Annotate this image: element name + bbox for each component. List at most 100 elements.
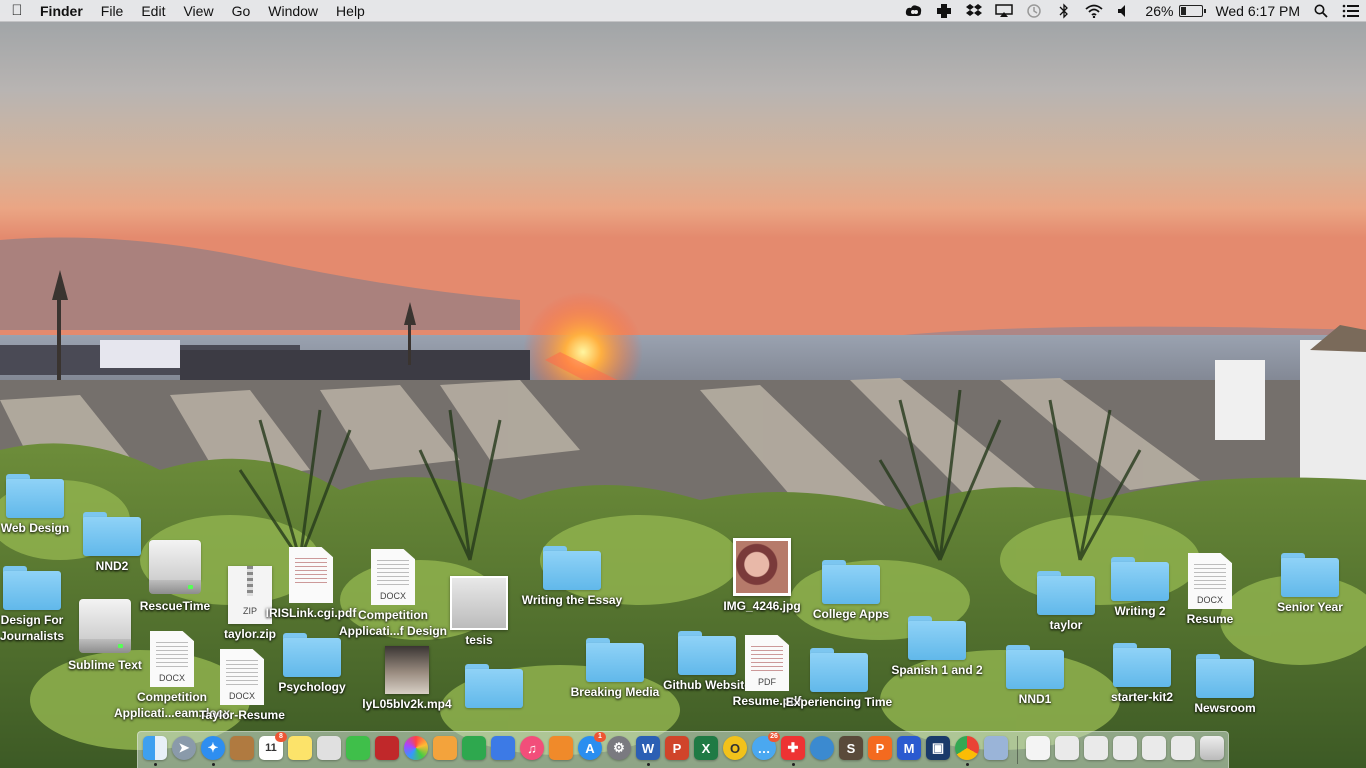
folder-icon bbox=[1281, 553, 1339, 597]
document-thumbnail-icon bbox=[450, 576, 508, 630]
numbers-icon[interactable] bbox=[462, 736, 486, 760]
folder-senior-year[interactable]: Senior Year bbox=[1254, 553, 1366, 615]
excel-icon[interactable]: X bbox=[694, 736, 718, 760]
menu-view[interactable]: View bbox=[174, 0, 222, 22]
app-store-icon[interactable]: A1 bbox=[578, 732, 606, 760]
minimized-window-2-icon[interactable] bbox=[1084, 736, 1108, 760]
file-resume-docx[interactable]: DOCX Resume bbox=[1154, 553, 1266, 627]
battery-icon[interactable] bbox=[1179, 5, 1207, 17]
folder-college-apps[interactable]: College Apps bbox=[795, 560, 907, 622]
news-app-icon[interactable]: ✚ bbox=[781, 736, 805, 760]
menu-help[interactable]: Help bbox=[327, 0, 374, 22]
safari-icon[interactable]: ✦ bbox=[201, 736, 225, 760]
reminders-icon[interactable] bbox=[317, 736, 341, 760]
spotlight-search-icon[interactable] bbox=[1306, 0, 1336, 22]
folder-icon bbox=[543, 546, 601, 590]
keynote-icon[interactable] bbox=[491, 736, 515, 760]
apple-menu-icon[interactable]:  bbox=[0, 0, 34, 22]
messages-badge: 26 bbox=[768, 732, 780, 742]
notification-center-icon[interactable] bbox=[1336, 0, 1366, 22]
launchpad-icon[interactable]: ➤ bbox=[172, 736, 196, 760]
battery-level-fill bbox=[1181, 7, 1187, 15]
folder-icon bbox=[1006, 645, 1064, 689]
image-thumbnail-icon bbox=[733, 538, 791, 596]
folder-icon bbox=[908, 616, 966, 660]
calendar-badge: 8 bbox=[275, 732, 287, 742]
bluetooth-icon[interactable] bbox=[1049, 0, 1079, 22]
dock: ➤ ✦ 11 8 ♫ A1 ⚙ W P X O … 26 ✚ S P M ▣ bbox=[137, 731, 1229, 768]
battery-percent: 26% bbox=[1145, 3, 1174, 19]
wifi-icon[interactable] bbox=[1079, 0, 1109, 22]
sublime-icon[interactable]: S bbox=[839, 736, 863, 760]
menubar-clock[interactable]: Wed 6:17 PM bbox=[1209, 0, 1306, 22]
plus-icon[interactable] bbox=[929, 0, 959, 22]
folder-nnd1[interactable]: NND1 bbox=[979, 645, 1091, 707]
contacts-icon[interactable] bbox=[230, 736, 254, 760]
folder-icon bbox=[465, 664, 523, 708]
powerpoint-icon[interactable]: P bbox=[665, 736, 689, 760]
folder-icon bbox=[586, 638, 644, 682]
folder-spanish-1-and-2[interactable]: Spanish 1 and 2 bbox=[881, 616, 993, 678]
messages-icon[interactable]: … 26 bbox=[752, 732, 780, 760]
m-app-icon[interactable]: M bbox=[897, 736, 921, 760]
ibooks-icon[interactable] bbox=[549, 736, 573, 760]
menu-file[interactable]: File bbox=[92, 0, 133, 22]
photos-icon[interactable] bbox=[404, 736, 428, 760]
folder-icon bbox=[1196, 654, 1254, 698]
folder-newsroom[interactable]: Newsroom bbox=[1169, 654, 1281, 716]
presentation-app-icon[interactable]: P bbox=[868, 736, 892, 760]
minimized-window-5-icon[interactable] bbox=[1171, 736, 1195, 760]
itunes-icon[interactable]: ♫ bbox=[520, 736, 544, 760]
preview-icon[interactable] bbox=[984, 736, 1008, 760]
system-preferences-icon[interactable]: ⚙ bbox=[607, 736, 631, 760]
volume-icon[interactable] bbox=[1109, 0, 1139, 22]
icon-label: Newsroom bbox=[1194, 701, 1256, 715]
app-store-badge: 1 bbox=[594, 732, 606, 742]
calendar-icon[interactable]: 11 8 bbox=[259, 732, 287, 760]
word-document-icon: DOCX bbox=[1188, 553, 1232, 609]
minimized-window-3-icon[interactable] bbox=[1113, 736, 1137, 760]
folder-unnamed[interactable] bbox=[438, 664, 550, 708]
menu-bar:  Finder File Edit View Go Window Help 2… bbox=[0, 0, 1366, 22]
status-area: 26% Wed 6:17 PM bbox=[899, 0, 1366, 22]
icon-label: Experiencing Time bbox=[785, 695, 893, 709]
folder-icon bbox=[822, 560, 880, 604]
icon-label: Spanish 1 and 2 bbox=[891, 663, 983, 677]
icon-label: Writing the Essay bbox=[521, 593, 623, 607]
menu-go[interactable]: Go bbox=[223, 0, 260, 22]
downloads-stack-icon[interactable] bbox=[1026, 736, 1050, 760]
minimized-window-1-icon[interactable] bbox=[1055, 736, 1079, 760]
file-type-tag: DOCX bbox=[1196, 595, 1223, 605]
airplay-icon[interactable] bbox=[989, 0, 1019, 22]
menu-app-finder[interactable]: Finder bbox=[34, 0, 92, 22]
time-machine-icon[interactable] bbox=[1019, 0, 1049, 22]
chrome-icon[interactable] bbox=[955, 736, 979, 760]
globe-icon[interactable] bbox=[810, 736, 834, 760]
folder-experiencing-time[interactable]: Experiencing Time bbox=[783, 648, 895, 710]
word-document-icon: DOCX bbox=[371, 549, 415, 605]
icon-label: taylor bbox=[1049, 618, 1083, 632]
outlook-icon[interactable]: O bbox=[723, 736, 747, 760]
icon-label: Taylor-Resume bbox=[199, 708, 285, 722]
folder-icon bbox=[283, 633, 341, 677]
finder-icon[interactable] bbox=[143, 736, 167, 760]
folder-writing-the-essay[interactable]: Writing the Essay bbox=[516, 546, 628, 608]
menu-edit[interactable]: Edit bbox=[132, 0, 174, 22]
notes-icon[interactable] bbox=[288, 736, 312, 760]
minimized-window-4-icon[interactable] bbox=[1142, 736, 1166, 760]
trash-icon[interactable] bbox=[1200, 736, 1224, 760]
pages-icon[interactable] bbox=[433, 736, 457, 760]
icon-label: tesis bbox=[465, 633, 493, 647]
calendar-day: 11 bbox=[265, 742, 277, 754]
word-icon[interactable]: W bbox=[636, 736, 660, 760]
screen-app-icon[interactable]: ▣ bbox=[926, 736, 950, 760]
icon-label: Senior Year bbox=[1277, 600, 1343, 614]
icon-label: Resume bbox=[1186, 612, 1234, 626]
menu-window[interactable]: Window bbox=[259, 0, 327, 22]
facetime-icon[interactable] bbox=[346, 736, 370, 760]
dropbox-icon[interactable] bbox=[959, 0, 989, 22]
photo-booth-icon[interactable] bbox=[375, 736, 399, 760]
creative-cloud-icon[interactable] bbox=[899, 0, 929, 22]
pdf-document-icon bbox=[289, 547, 333, 603]
video-thumbnail-icon bbox=[385, 646, 429, 694]
